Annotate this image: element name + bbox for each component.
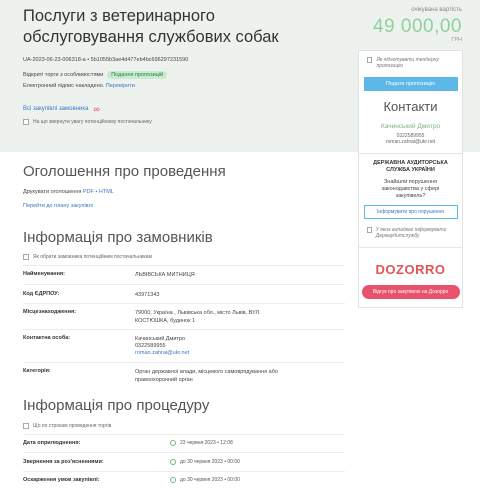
customer-check[interactable]: Як обрати замовника потенційним постачал… (23, 254, 152, 260)
audit-question: Знайшли порушення законодавства у сфері … (381, 179, 440, 199)
customer-name-value: ЛЬВІВСЬКА МИТНИЦЯ (135, 272, 195, 278)
prepare-offer-check[interactable]: Як підготувати тендерну пропозицію (359, 51, 462, 69)
row-divider (23, 362, 345, 363)
procedure-info-title: Інформація про процедуру (23, 397, 210, 414)
all-purchases-label[interactable]: Всі закупівлі замовника (23, 106, 88, 112)
clarifications-label: Звернення за роз'ясненнями: (23, 459, 104, 465)
verify-signature-link[interactable]: Перевірити (106, 83, 135, 89)
procedure-type: Відкриті торги з особливостями (23, 72, 104, 78)
location-label: Місцезнаходження: (23, 309, 76, 315)
status-badge: Подання пропозицій (107, 71, 168, 79)
page-title: Послуги з ветеринарного обслуговування с… (23, 7, 279, 46)
customer-info-title: Інформація про замовників (23, 229, 213, 246)
print-html-link[interactable]: HTML (99, 189, 114, 195)
row-divider (23, 452, 345, 453)
expected-value-amount: 49 000,00 (372, 16, 462, 37)
category-label: Категорія: (23, 368, 51, 374)
procedure-check-text: Що по строкам проведення торгів (33, 423, 112, 429)
dozorro-logo: DOZORRO (375, 262, 446, 277)
contact-person-label: Контактна особа: (23, 335, 71, 341)
published-date-value: 23 червня 2023 • 12:08 (180, 440, 233, 446)
edrpou-label: Код ЄДРПОУ: (23, 291, 60, 297)
published-date: 23 червня 2023 • 12:08 (170, 440, 233, 446)
procedure-check[interactable]: Що по строкам проведення торгів (23, 423, 111, 429)
sidebar-divider (359, 153, 462, 154)
contact-name: Качинський Дмитро (380, 123, 441, 130)
customer-check-text: Як обрати замовника потенційним постачал… (33, 254, 152, 260)
contact-email: roman.zahrai@ukr.net (385, 139, 436, 145)
plan-link[interactable]: Перейти до плану закупівлі (23, 203, 93, 209)
announcement-title: Оголошення про проведення (23, 163, 226, 180)
all-purchases-link[interactable]: Всі закупівлі замовника ∞ (23, 104, 100, 114)
supplier-notice[interactable]: На що звернути увагу потенційному постач… (23, 119, 152, 125)
dozorro-review-button[interactable]: Відгук про закупівлю на Дозорро (361, 285, 460, 299)
row-divider (23, 434, 345, 435)
location-value: 79000, Україна , Львівська обл., місто Л… (135, 310, 261, 324)
print-announcement: Друкувати оголошення PDF • HTML (23, 189, 114, 195)
status-line: Відкриті торги з особливостями Подання п… (23, 71, 168, 79)
appeal-label: Оскарження умов закупівлі: (23, 477, 100, 483)
signature-line: Електронний підпис накладено. Перевірити (23, 83, 135, 89)
clarifications-date: до 30 червня 2023 • 00:00 (170, 459, 240, 465)
notice-checkbox[interactable] (23, 119, 29, 125)
notice-text: На що звернути увагу потенційному постач… (33, 119, 152, 125)
sidebar: Як підготувати тендерну пропозицію Подат… (358, 50, 463, 308)
sidebar-divider-2 (359, 247, 462, 248)
category-value: Орган державної влади, місцевого самовря… (135, 369, 278, 383)
audit-service-title: ДЕРЖАВНА АУДИТОРСЬКА СЛУЖБА УКРАЇНИ (373, 160, 448, 173)
row-divider (23, 303, 345, 304)
separator-icon: • (95, 189, 98, 195)
binoculars-icon: ∞ (93, 104, 100, 114)
row-divider (23, 265, 345, 266)
clock-icon (170, 459, 176, 465)
customer-name-label: Найменування: (23, 271, 65, 277)
clock-icon (170, 477, 176, 483)
audit-info-text: У яких випадках інформувати Держаудитслу… (375, 227, 447, 239)
clock-icon (170, 440, 176, 446)
row-divider (23, 471, 345, 472)
expected-value-label: очікувана вартість (411, 7, 462, 13)
row-divider (23, 284, 345, 285)
signature-text: Електронний підпис накладено. (23, 83, 105, 89)
appeal-value: до 30 червня 2023 • 00:00 (180, 477, 240, 483)
clarifications-value: до 30 червня 2023 • 00:00 (180, 459, 240, 465)
procedure-checkbox[interactable] (23, 423, 29, 429)
print-label: Друкувати оголошення (23, 189, 82, 195)
edrpou-value: 43971343 (135, 292, 160, 298)
audit-info-check[interactable]: У яких випадках інформувати Держаудитслу… (359, 219, 462, 239)
contact-person-email[interactable]: roman.zahrai@ukr.net (135, 349, 189, 357)
report-violation-button[interactable]: Інформувати про порушення (363, 205, 458, 219)
customer-checkbox[interactable] (23, 254, 29, 260)
prepare-text: Як підготувати тендерну пропозицію (376, 57, 439, 69)
prepare-checkbox[interactable] (367, 57, 373, 63)
tender-id: UA-2023-06-23-006318-a • 5b1055b3ae4d477… (23, 57, 189, 63)
audit-checkbox[interactable] (367, 227, 372, 233)
row-divider (23, 329, 345, 330)
currency-label: ГРН (451, 37, 462, 43)
published-date-label: Дата оприлюднення: (23, 440, 81, 446)
print-pdf-link[interactable]: PDF (83, 189, 94, 195)
appeal-date: до 30 червня 2023 • 00:00 (170, 477, 240, 483)
contacts-title: Контакти (383, 99, 438, 114)
submit-offer-button[interactable]: Подати пропозицію (363, 77, 458, 91)
